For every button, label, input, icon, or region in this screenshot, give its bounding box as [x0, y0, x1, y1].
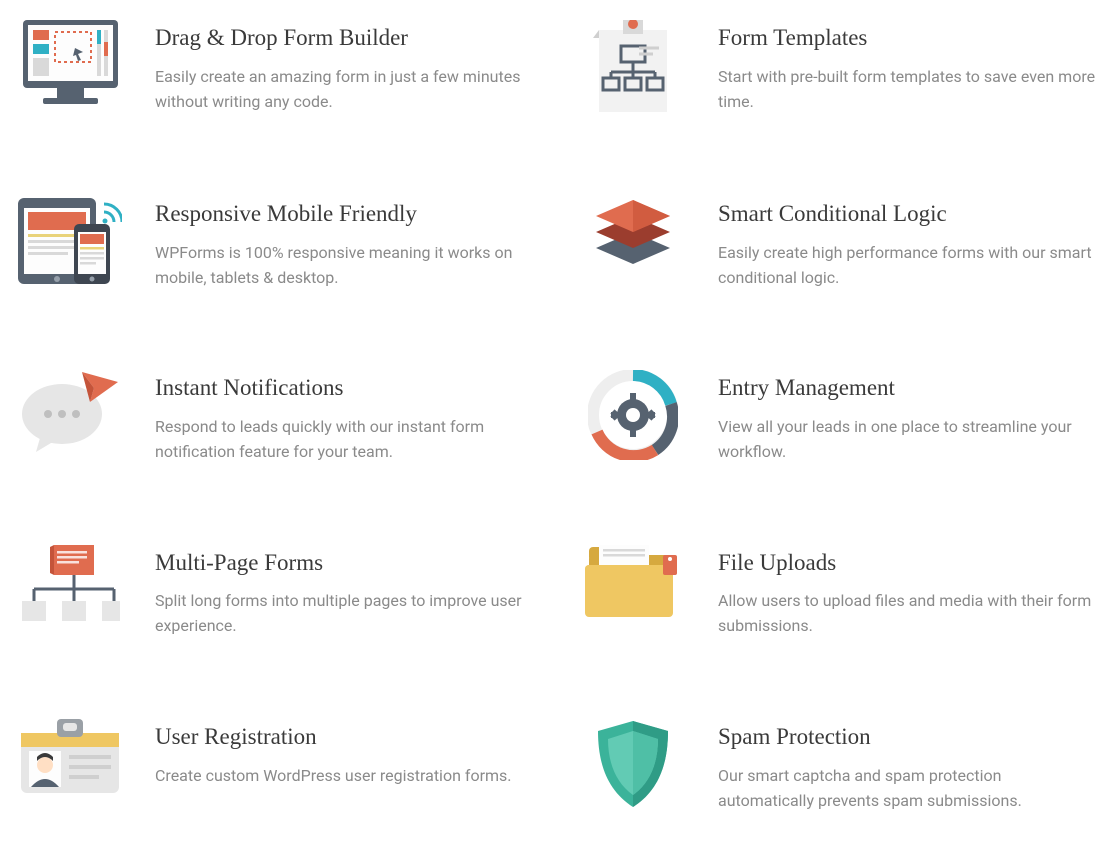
template-paper-icon	[578, 20, 688, 116]
feature-desc: WPForms is 100% responsive meaning it wo…	[155, 241, 538, 291]
feature-drag-drop: Drag & Drop Form Builder Easily create a…	[15, 20, 538, 116]
sitemap-icon	[15, 545, 125, 627]
feature-desc: Easily create high performance forms wit…	[718, 241, 1101, 291]
feature-title: Form Templates	[718, 24, 1101, 53]
feature-title: User Registration	[155, 723, 538, 752]
feature-notifications: Instant Notifications Respond to leads q…	[15, 370, 538, 464]
feature-desc: Start with pre-built form templates to s…	[718, 65, 1101, 115]
feature-title: Entry Management	[718, 374, 1101, 403]
folder-icon	[578, 545, 688, 623]
feature-desc: View all your leads in one place to stre…	[718, 415, 1101, 465]
feature-desc: Our smart captcha and spam protection au…	[718, 764, 1101, 814]
feature-entry-management: Entry Management View all your leads in …	[578, 370, 1101, 464]
feature-spam-protection: Spam Protection Our smart captcha and sp…	[578, 719, 1101, 813]
layers-icon	[578, 196, 688, 266]
feature-title: Drag & Drop Form Builder	[155, 24, 538, 53]
feature-conditional-logic: Smart Conditional Logic Easily create hi…	[578, 196, 1101, 290]
shield-icon	[578, 719, 688, 811]
feature-user-registration: User Registration Create custom WordPres…	[15, 719, 538, 813]
feature-desc: Respond to leads quickly with our instan…	[155, 415, 538, 465]
feature-title: File Uploads	[718, 549, 1101, 578]
features-grid: Drag & Drop Form Builder Easily create a…	[15, 20, 1101, 813]
feature-desc: Create custom WordPress user registratio…	[155, 764, 538, 789]
monitor-builder-icon	[15, 20, 125, 106]
feature-multipage: Multi-Page Forms Split long forms into m…	[15, 545, 538, 639]
feature-desc: Split long forms into multiple pages to …	[155, 589, 538, 639]
id-badge-icon	[15, 719, 125, 797]
feature-title: Smart Conditional Logic	[718, 200, 1101, 229]
devices-icon	[15, 196, 125, 284]
chat-notify-icon	[15, 370, 125, 454]
feature-title: Instant Notifications	[155, 374, 538, 403]
donut-gear-icon	[578, 370, 688, 460]
feature-desc: Easily create an amazing form in just a …	[155, 65, 538, 115]
feature-title: Spam Protection	[718, 723, 1101, 752]
feature-responsive: Responsive Mobile Friendly WPForms is 10…	[15, 196, 538, 290]
feature-file-uploads: File Uploads Allow users to upload files…	[578, 545, 1101, 639]
feature-desc: Allow users to upload files and media wi…	[718, 589, 1101, 639]
feature-title: Responsive Mobile Friendly	[155, 200, 538, 229]
feature-title: Multi-Page Forms	[155, 549, 538, 578]
feature-form-templates: Form Templates Start with pre-built form…	[578, 20, 1101, 116]
